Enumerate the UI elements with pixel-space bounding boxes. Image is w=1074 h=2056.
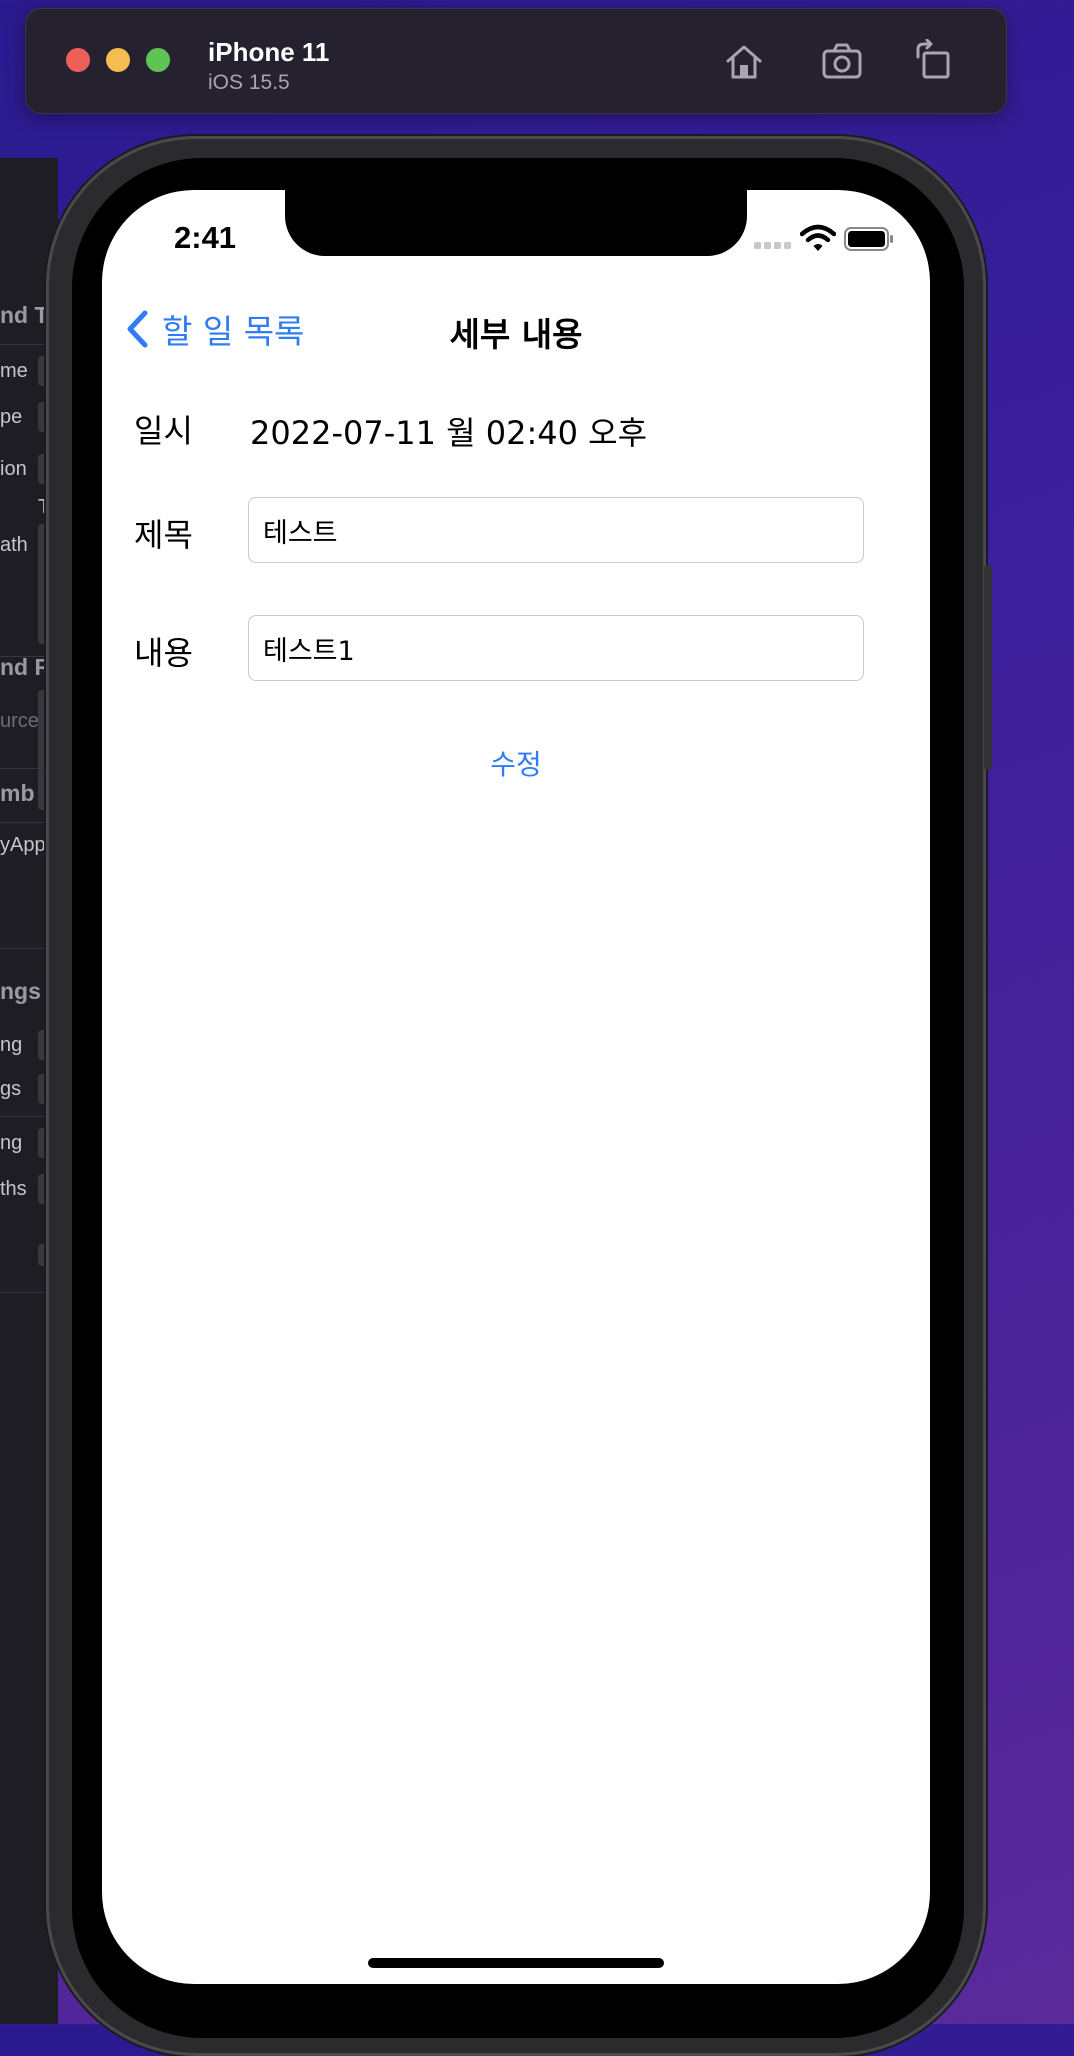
home-icon[interactable] [722, 39, 766, 83]
battery-icon [844, 227, 893, 251]
cellular-signal-icon [754, 242, 791, 249]
title-label: 제목 [134, 516, 193, 554]
simulator-toolbar: iPhone 11 iOS 15.5 [25, 8, 1007, 114]
title-field[interactable] [248, 497, 864, 563]
device-name: iPhone 11 [208, 37, 330, 67]
side-button [984, 565, 992, 770]
edit-button[interactable]: 수정 [102, 742, 930, 784]
window-zoom-button[interactable] [146, 48, 170, 72]
wifi-icon [800, 224, 836, 251]
window-minimize-button[interactable] [106, 48, 130, 72]
date-label: 일시 [134, 412, 193, 450]
os-version: iOS 15.5 [208, 71, 290, 94]
rotate-icon[interactable] [912, 39, 956, 83]
notch [285, 190, 747, 256]
content-field[interactable] [248, 615, 864, 681]
content-label: 내용 [134, 634, 193, 672]
status-time: 2:41 [174, 220, 237, 255]
window-close-button[interactable] [66, 48, 90, 72]
home-indicator[interactable] [368, 1958, 664, 1968]
page-title: 세부 내용 [449, 315, 583, 354]
screenshot-camera-icon[interactable] [820, 39, 864, 83]
date-value: 2022-07-11 월 02:40 오후 [250, 414, 648, 452]
app-screen: 2:41 할 일 목록 세부 내용 일시 2022-07-11 월 02:40 … [102, 190, 930, 1984]
